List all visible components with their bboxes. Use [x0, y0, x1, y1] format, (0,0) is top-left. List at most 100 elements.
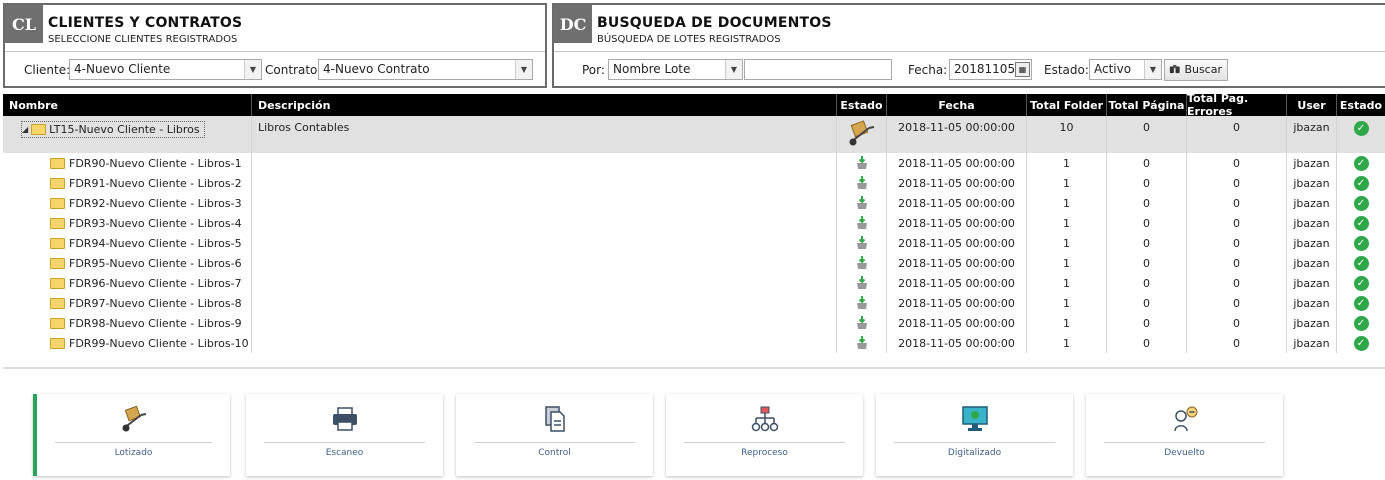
parent-fecha: 2018-11-05 00:00:00 — [887, 116, 1027, 153]
collapse-triangle-icon[interactable]: ◢ — [22, 125, 28, 134]
download-basket-icon[interactable] — [855, 236, 869, 250]
table-row[interactable]: FDR93-Nuevo Cliente - Libros-4 2018-11-0… — [3, 213, 1385, 233]
estado-icon-cell — [837, 116, 887, 153]
download-basket-icon[interactable] — [855, 156, 869, 170]
download-basket-icon[interactable] — [855, 196, 869, 210]
row-user: jbazan — [1287, 313, 1337, 333]
table-row[interactable]: FDR95-Nuevo Cliente - Libros-6 2018-11-0… — [3, 253, 1385, 273]
chevron-down-icon[interactable]: ▼ — [725, 60, 742, 79]
parent-total-folder: 10 — [1027, 116, 1107, 153]
download-basket-icon[interactable] — [855, 296, 869, 310]
folder-icon — [50, 297, 65, 309]
row-fecha: 2018-11-05 00:00:00 — [887, 273, 1027, 293]
col-estado[interactable]: Estado — [1337, 94, 1385, 116]
row-fecha: 2018-11-05 00:00:00 — [887, 193, 1027, 213]
row-user: jbazan — [1287, 333, 1337, 353]
panel-divider — [5, 51, 545, 52]
por-select[interactable]: Nombre Lote ▼ — [608, 59, 743, 80]
chevron-down-icon[interactable]: ▼ — [515, 60, 532, 79]
download-basket-icon[interactable] — [855, 256, 869, 270]
estado-icon-cell — [837, 333, 887, 353]
stage-card-label: Reproceso — [741, 448, 788, 458]
card-divider — [474, 442, 635, 443]
col-descripcion[interactable]: Descripción — [252, 94, 837, 116]
estado-icon-cell — [837, 273, 887, 293]
table-row[interactable]: FDR98-Nuevo Cliente - Libros-9 2018-11-0… — [3, 313, 1385, 333]
row-user: jbazan — [1287, 253, 1337, 273]
clientes-subtitle: SELECCIONE CLIENTES REGISTRADOS — [48, 34, 238, 45]
col-nombre[interactable]: Nombre — [3, 94, 252, 116]
stage-card-escaneo[interactable]: Escaneo — [246, 394, 443, 476]
por-label: Por: — [582, 63, 605, 77]
chevron-down-icon[interactable]: ▼ — [1144, 60, 1161, 79]
search-input[interactable] — [744, 59, 892, 80]
download-basket-icon[interactable] — [855, 276, 869, 290]
row-fecha: 2018-11-05 00:00:00 — [887, 173, 1027, 193]
estado-icon-cell — [837, 173, 887, 193]
row-user: jbazan — [1287, 213, 1337, 233]
estado-select[interactable]: Activo ▼ — [1089, 59, 1162, 80]
row-total-errores: 0 — [1187, 193, 1287, 213]
fecha-input[interactable]: 20181105 ▦ — [949, 59, 1032, 80]
col-user[interactable]: User — [1287, 94, 1337, 116]
table-row-parent[interactable]: ◢ LT15-Nuevo Cliente - Libros Libros Con… — [3, 116, 1385, 153]
table-row[interactable]: FDR92-Nuevo Cliente - Libros-3 2018-11-0… — [3, 193, 1385, 213]
folder-icon — [50, 157, 65, 169]
por-select-value: Nombre Lote — [613, 62, 691, 76]
stage-card-devuelto[interactable]: Devuelto — [1086, 394, 1283, 476]
table-row[interactable]: FDR96-Nuevo Cliente - Libros-7 2018-11-0… — [3, 273, 1385, 293]
stage-card-digitalizado[interactable]: Digitalizado — [876, 394, 1073, 476]
row-fecha: 2018-11-05 00:00:00 — [887, 253, 1027, 273]
col-total-errores[interactable]: Total Pag. Errores — [1187, 92, 1287, 118]
row-fecha: 2018-11-05 00:00:00 — [887, 313, 1027, 333]
download-basket-icon[interactable] — [855, 216, 869, 230]
row-total-folder: 1 — [1027, 173, 1107, 193]
check-icon: ✓ — [1353, 315, 1369, 331]
table-row[interactable]: FDR90-Nuevo Cliente - Libros-1 2018-11-0… — [3, 153, 1385, 173]
tree-node-parent[interactable]: ◢ LT15-Nuevo Cliente - Libros — [21, 121, 205, 138]
table-row[interactable]: FDR91-Nuevo Cliente - Libros-2 2018-11-0… — [3, 173, 1385, 193]
contrato-select[interactable]: 4-Nuevo Contrato ▼ — [318, 59, 533, 80]
col-total-folder[interactable]: Total Folder — [1027, 94, 1107, 116]
row-fecha: 2018-11-05 00:00:00 — [887, 233, 1027, 253]
row-total-folder: 1 — [1027, 293, 1107, 313]
row-estado: ✓ — [1337, 333, 1385, 353]
row-total-folder: 1 — [1027, 313, 1107, 333]
table-row[interactable]: FDR97-Nuevo Cliente - Libros-8 2018-11-0… — [3, 293, 1385, 313]
busqueda-subtitle: BÚSQUEDA DE LOTES REGISTRADOS — [597, 34, 781, 45]
stage-card-control[interactable]: Control — [456, 394, 653, 476]
table-row[interactable]: FDR99-Nuevo Cliente - Libros-10 2018-11-… — [3, 333, 1385, 353]
row-nombre: FDR91-Nuevo Cliente - Libros-2 — [69, 176, 242, 190]
documents-icon — [456, 404, 653, 434]
col-total-pagina[interactable]: Total Página — [1107, 94, 1187, 116]
row-total-errores: 0 — [1187, 233, 1287, 253]
stage-card-reproceso[interactable]: Reproceso — [666, 394, 863, 476]
estado-icon-cell — [837, 213, 887, 233]
row-total-pagina: 0 — [1107, 153, 1187, 173]
row-total-pagina: 0 — [1107, 293, 1187, 313]
table-row[interactable]: FDR94-Nuevo Cliente - Libros-5 2018-11-0… — [3, 233, 1385, 253]
cliente-select[interactable]: 4-Nuevo Cliente ▼ — [69, 59, 262, 80]
calendar-icon[interactable]: ▦ — [1015, 62, 1030, 77]
row-total-pagina: 0 — [1107, 193, 1187, 213]
download-basket-icon[interactable] — [855, 336, 869, 350]
row-descripcion — [252, 213, 837, 233]
stage-card-lotizado[interactable]: Lotizado — [33, 394, 230, 476]
row-nombre: FDR97-Nuevo Cliente - Libros-8 — [69, 296, 242, 310]
buscar-button[interactable]: Buscar — [1164, 59, 1228, 81]
row-estado: ✓ — [1337, 153, 1385, 173]
col-estado-icon[interactable]: Estado — [837, 94, 887, 116]
clientes-title: CLIENTES Y CONTRATOS — [48, 15, 243, 31]
folder-icon — [50, 257, 65, 269]
row-descripcion — [252, 233, 837, 253]
folder-icon — [50, 197, 65, 209]
col-fecha[interactable]: Fecha — [887, 94, 1027, 116]
row-estado: ✓ — [1337, 293, 1385, 313]
download-basket-icon[interactable] — [855, 316, 869, 330]
clientes-badge: CL — [5, 5, 43, 43]
chevron-down-icon[interactable]: ▼ — [244, 60, 261, 79]
lotes-grid: Nombre Descripción Estado Fecha Total Fo… — [3, 92, 1385, 353]
download-basket-icon[interactable] — [855, 176, 869, 190]
row-nombre: FDR99-Nuevo Cliente - Libros-10 — [69, 336, 249, 350]
card-divider — [1104, 442, 1265, 443]
